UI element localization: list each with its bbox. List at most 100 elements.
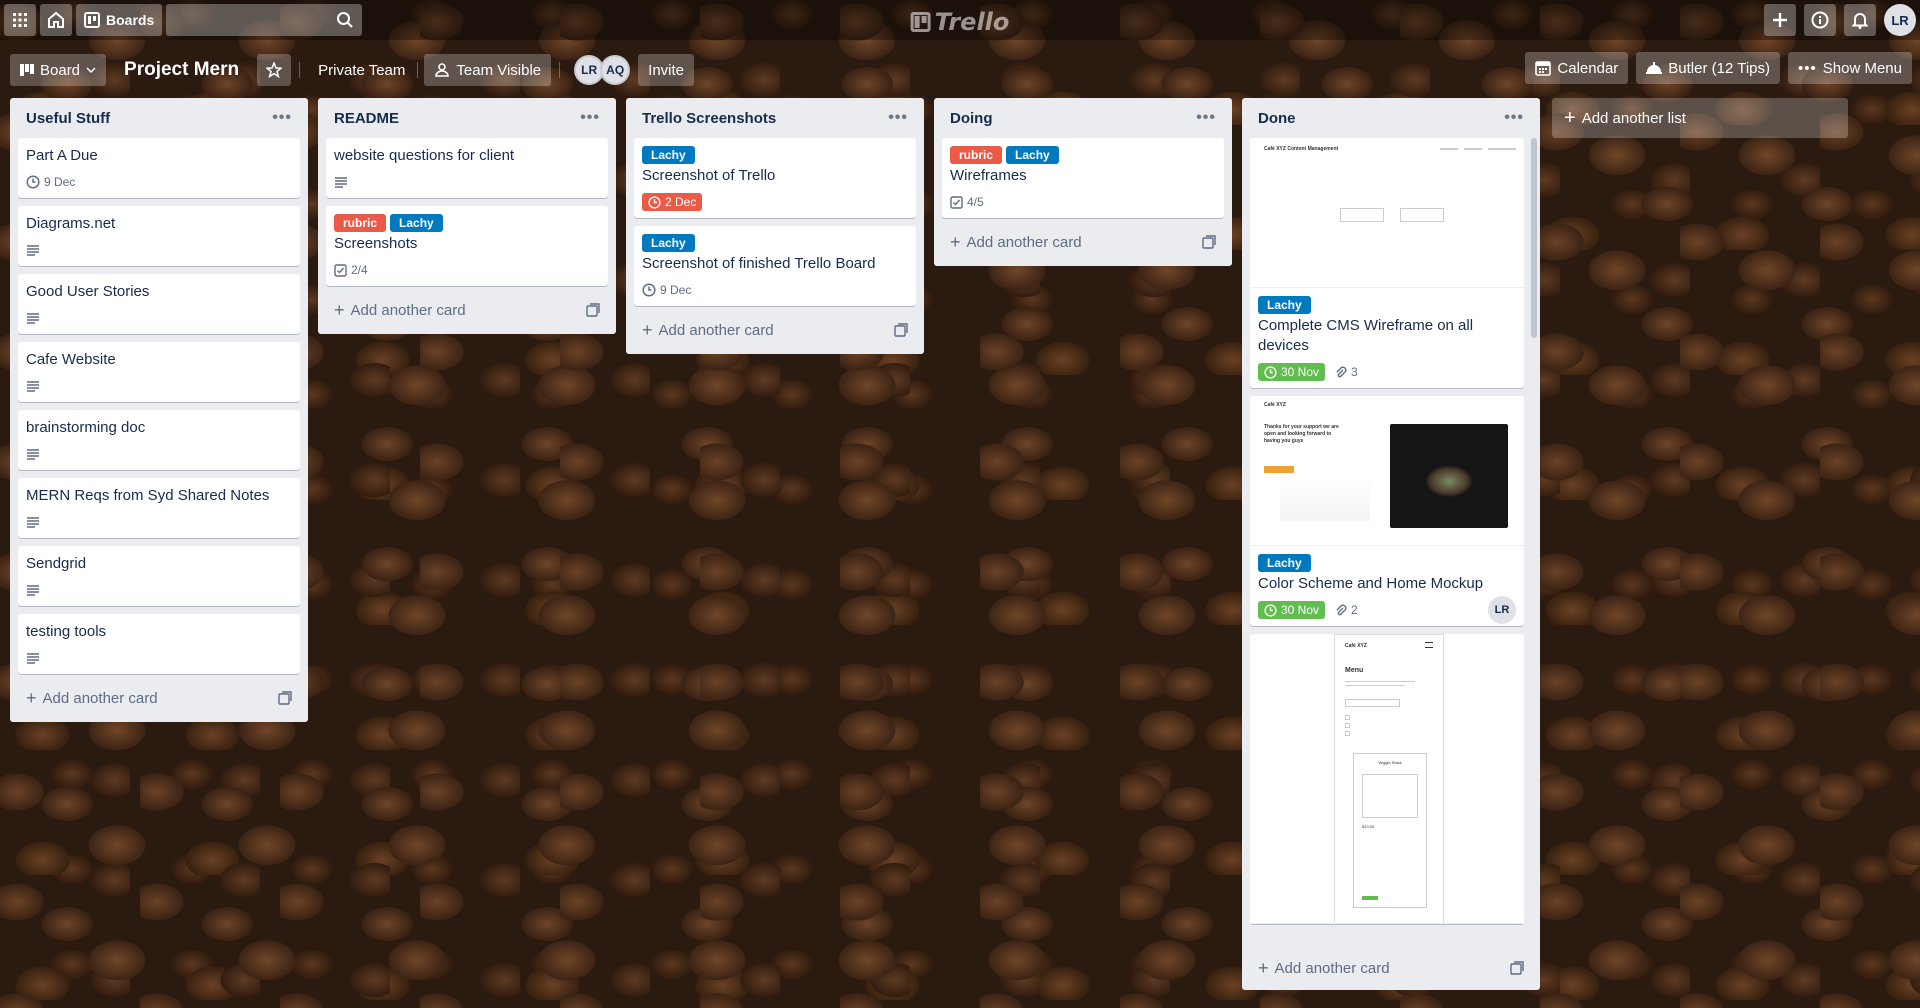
card-template-icon[interactable] (1202, 235, 1216, 249)
hamburger-icon (1425, 642, 1433, 648)
list-menu-icon[interactable]: ••• (1504, 109, 1524, 127)
card-label[interactable]: Lachy (1258, 296, 1311, 314)
add-card-button[interactable]: + Add another card (326, 294, 608, 326)
add-list-button[interactable]: + Add another list (1552, 98, 1848, 138)
list-scrollbar[interactable] (1531, 138, 1537, 338)
apps-grid-icon[interactable] (4, 4, 36, 36)
card[interactable]: rubric Lachy Screenshots 2/4 (326, 206, 608, 286)
card[interactable]: Cafe Website (18, 342, 300, 402)
star-icon (266, 62, 283, 78)
board-title[interactable]: Project Mern (114, 59, 249, 81)
card-template-icon[interactable] (894, 323, 908, 337)
info-icon[interactable] (1804, 4, 1836, 36)
card-label[interactable]: Lachy (642, 146, 695, 164)
list-title[interactable]: Doing (950, 110, 993, 127)
card[interactable]: Lachy Screenshot of finished Trello Boar… (634, 226, 916, 306)
card[interactable]: Good User Stories (18, 274, 300, 334)
card-title: website questions for client (334, 147, 515, 164)
plus-icon[interactable] (1764, 4, 1796, 36)
card-template-icon[interactable] (586, 303, 600, 317)
list-header[interactable]: README ••• (326, 98, 608, 138)
card[interactable]: testing tools (18, 614, 300, 674)
checklist-icon (334, 263, 347, 277)
butler-button[interactable]: Butler (12 Tips) (1636, 52, 1781, 84)
list-menu-icon[interactable]: ••• (580, 109, 600, 127)
card-label[interactable]: Lachy (1258, 554, 1311, 572)
team-button[interactable]: Private Team (306, 54, 417, 86)
list-title[interactable]: Done (1258, 110, 1296, 127)
card[interactable]: Sendgrid (18, 546, 300, 606)
card-title: Screenshots (334, 235, 418, 252)
card-title: Sendgrid (26, 555, 87, 572)
trello-logo[interactable]: Trello (910, 8, 1009, 36)
card[interactable]: website questions for client (326, 138, 608, 198)
list-menu-icon[interactable]: ••• (1196, 109, 1216, 127)
card[interactable]: Café XYZ Content Management Lachy Comple… (1250, 138, 1524, 388)
mockup-checkbox (1345, 723, 1350, 728)
card-label[interactable]: rubric (334, 214, 387, 232)
card-label[interactable]: rubric (950, 146, 1003, 164)
description-icon (27, 313, 39, 324)
card-title: testing tools (26, 623, 107, 640)
calendar-icon (1535, 61, 1552, 76)
mockup-text-line (1345, 685, 1405, 686)
card[interactable]: Lachy Screenshot of Trello 2 Dec (634, 138, 916, 218)
add-card-button[interactable]: + Add another card (942, 226, 1224, 258)
member-avatar[interactable]: AQ (600, 55, 631, 85)
invite-button[interactable]: Invite (638, 54, 695, 86)
list-trello-screenshots: Trello Screenshots ••• Lachy Screenshot … (626, 98, 924, 354)
list-menu-icon[interactable]: ••• (888, 109, 908, 127)
mockup-image-box (1362, 774, 1418, 818)
star-board-button[interactable] (257, 54, 292, 86)
mobile-mockup: Café XYZ Menu Veggie Stack $10.00 (1334, 634, 1444, 923)
clock-icon (1264, 603, 1277, 617)
list-header[interactable]: Trello Screenshots ••• (634, 98, 916, 138)
list-header[interactable]: Doing ••• (942, 98, 1224, 138)
card[interactable]: MERN Reqs from Syd Shared Notes (18, 478, 300, 538)
card-template-icon[interactable] (1510, 961, 1524, 975)
card-label[interactable]: Lachy (1006, 146, 1059, 164)
add-card-button[interactable]: + Add another card (634, 314, 916, 346)
card[interactable]: brainstorming doc (18, 410, 300, 470)
board-switcher-button[interactable]: Board (10, 54, 107, 86)
plus-icon: + (950, 231, 961, 252)
list-title[interactable]: Trello Screenshots (642, 110, 776, 127)
list-menu-icon[interactable]: ••• (272, 109, 292, 127)
due-date-badge[interactable]: 30 Nov (1258, 363, 1326, 381)
list-title[interactable]: Useful Stuff (26, 110, 110, 127)
due-date-badge[interactable]: 30 Nov (1258, 601, 1326, 619)
home-icon[interactable] (40, 4, 72, 36)
card-title: Color Scheme and Home Mockup (1258, 575, 1484, 592)
card-label[interactable]: Lachy (390, 214, 443, 232)
bell-icon[interactable] (1844, 4, 1876, 36)
card[interactable]: rubric Lachy Wireframes 4/5 (942, 138, 1224, 218)
add-card-button[interactable]: + Add another card (18, 682, 300, 714)
cover-orange-button (1264, 466, 1294, 473)
clock-icon (1264, 365, 1277, 379)
list-header[interactable]: Useful Stuff ••• (18, 98, 300, 138)
boards-icon (84, 12, 100, 28)
mockup-menu-card: Veggie Stack $10.00 (1353, 753, 1427, 908)
boards-label: Boards (106, 12, 155, 28)
mockup-checkbox (1345, 731, 1350, 736)
due-date-badge[interactable]: 2 Dec (642, 193, 703, 211)
search-input[interactable] (166, 4, 363, 36)
boards-button[interactable]: Boards (76, 4, 163, 36)
list-header[interactable]: Done ••• (1250, 98, 1532, 138)
card-member-avatar[interactable]: LR (1488, 596, 1516, 624)
card-label[interactable]: Lachy (642, 234, 695, 252)
show-menu-button[interactable]: ••• Show Menu (1788, 52, 1912, 84)
list-title[interactable]: README (334, 110, 399, 127)
calendar-button[interactable]: Calendar (1525, 52, 1629, 84)
card[interactable]: Part A Due 9 Dec (18, 138, 300, 198)
user-avatar[interactable]: LR (1884, 4, 1916, 36)
due-date-badge: 9 Dec (642, 283, 691, 297)
card-title: Complete CMS Wireframe on all devices (1258, 317, 1474, 354)
card[interactable]: Café XYZ Thanks for your support we are … (1250, 396, 1524, 626)
card[interactable]: Diagrams.net (18, 206, 300, 266)
card[interactable]: Café XYZ Menu Veggie Stack $10.00 (1250, 634, 1524, 924)
card-template-icon[interactable] (278, 691, 292, 705)
checklist-icon (950, 195, 963, 209)
add-card-button[interactable]: + Add another card (1250, 952, 1532, 984)
visibility-button[interactable]: Team Visible (424, 54, 552, 86)
